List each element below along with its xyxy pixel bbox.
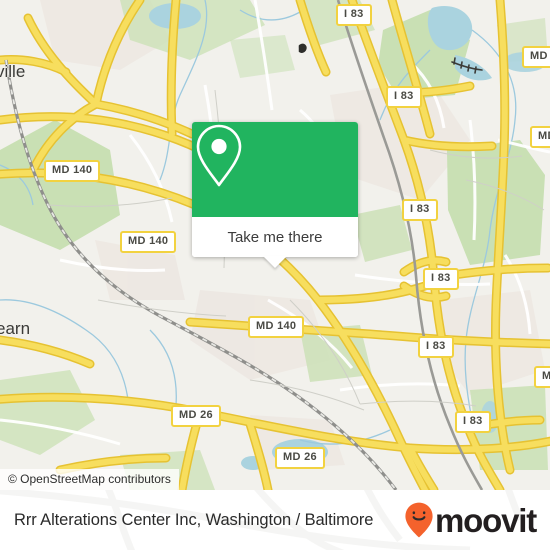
shield-md26-left[interactable]: MD 26: [171, 405, 221, 427]
popup-tail: [263, 256, 287, 268]
moovit-smiley-pin-icon: [405, 502, 433, 538]
map-pin-icon: [196, 124, 242, 187]
map-canvas[interactable]: ville earn I 83 I 83 MD MD MD 140 I 83 M…: [0, 0, 550, 490]
shield-md140-center[interactable]: MD 140: [248, 316, 305, 338]
shield-md140-left[interactable]: MD 140: [44, 160, 101, 182]
shield-i83-lower[interactable]: I 83: [418, 336, 454, 358]
shield-i83-bottom[interactable]: I 83: [455, 411, 491, 433]
shield-md-right-top[interactable]: MD: [522, 46, 550, 68]
location-popup[interactable]: Take me there: [192, 122, 358, 268]
footer-bar: Rrr Alterations Center Inc, Washington /…: [0, 490, 550, 550]
shield-md26-bottom[interactable]: MD 26: [275, 447, 325, 469]
popup-header: [192, 122, 358, 217]
moovit-logo[interactable]: moovit: [404, 501, 537, 539]
take-me-there-label: Take me there: [227, 228, 323, 246]
city-label-earn: earn: [0, 319, 31, 338]
shield-i83-upper[interactable]: I 83: [386, 86, 422, 108]
moovit-map-screenshot: ville earn I 83 I 83 MD MD MD 140 I 83 M…: [0, 0, 550, 550]
shield-i83-top[interactable]: I 83: [336, 4, 372, 26]
shield-md-right-mid[interactable]: MD: [530, 126, 550, 148]
place-title: Rrr Alterations Center Inc, Washington /…: [14, 510, 374, 529]
shield-i83-junction[interactable]: I 83: [423, 268, 459, 290]
shield-md140-mid[interactable]: MD 140: [120, 231, 177, 253]
shield-i83-right-mid[interactable]: I 83: [402, 199, 438, 221]
popup-action[interactable]: Take me there: [192, 217, 358, 268]
shield-md-right-bot[interactable]: MD: [534, 366, 550, 388]
map-attribution[interactable]: © OpenStreetMap contributors: [0, 469, 179, 490]
city-label-ville: ville: [0, 62, 26, 81]
moovit-wordmark: moovit: [435, 501, 537, 539]
